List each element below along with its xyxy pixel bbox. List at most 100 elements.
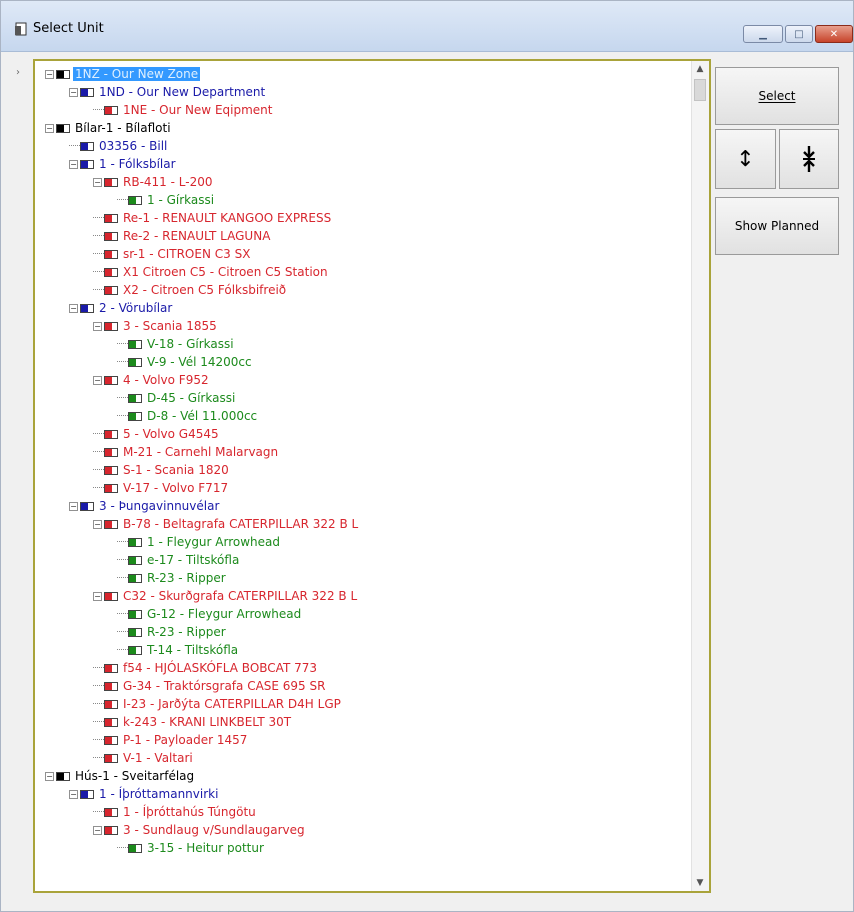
collapse-node-icon[interactable]: −: [45, 123, 54, 133]
tree-node[interactable]: G-34 - Traktórsgrafa CASE 695 SR: [37, 677, 691, 695]
unit-type-icon: [128, 843, 142, 853]
collapse-node-icon[interactable]: −: [93, 375, 102, 385]
collapse-node-icon[interactable]: −: [69, 159, 78, 169]
scroll-down-icon[interactable]: ▼: [692, 875, 708, 891]
tree-node[interactable]: − 3 - Scania 1855: [37, 317, 691, 335]
collapse-node-icon[interactable]: −: [69, 303, 78, 313]
unit-type-icon: [80, 501, 94, 511]
minimize-button[interactable]: ▁: [743, 25, 783, 43]
tree-node[interactable]: 1 - Fleygur Arrowhead: [37, 533, 691, 551]
tree-node-label: k-243 - KRANI LINKBELT 30T: [123, 715, 292, 729]
tree-node-label: 2 - Vörubílar: [99, 301, 173, 315]
show-planned-button[interactable]: Show Planned: [715, 197, 839, 255]
collapse-node-icon[interactable]: −: [93, 519, 102, 529]
tree-connector: [93, 811, 104, 813]
collapse-node-icon[interactable]: −: [45, 69, 54, 79]
tree-node-label: 1 - Fleygur Arrowhead: [147, 535, 281, 549]
tree-node[interactable]: − 2 - Vörubílar: [37, 299, 691, 317]
tree-node[interactable]: e-17 - Tiltskófla: [37, 551, 691, 569]
collapse-node-icon[interactable]: −: [69, 789, 78, 799]
tree-node[interactable]: R-23 - Ripper: [37, 569, 691, 587]
maximize-button[interactable]: □: [785, 25, 813, 43]
tree-node[interactable]: Re-2 - RENAULT LAGUNA: [37, 227, 691, 245]
tree-node[interactable]: S-1 - Scania 1820: [37, 461, 691, 479]
tree-node[interactable]: V-1 - Valtari: [37, 749, 691, 767]
collapse-all-button[interactable]: [779, 129, 839, 189]
unit-type-icon: [128, 627, 142, 637]
collapse-node-icon[interactable]: −: [69, 87, 78, 97]
tree-node[interactable]: − 1 - Íþróttamannvirki: [37, 785, 691, 803]
unit-type-icon: [128, 357, 142, 367]
show-planned-label: Show Planned: [734, 219, 820, 233]
tree-node[interactable]: − B-78 - Beltagrafa CATERPILLAR 322 B L: [37, 515, 691, 533]
unit-type-icon: [128, 411, 142, 421]
tree-node-label: C32 - Skurðgrafa CATERPILLAR 322 B L: [123, 589, 358, 603]
tree-node[interactable]: f54 - HJÓLASKÓFLA BOBCAT 773: [37, 659, 691, 677]
tree-node[interactable]: V-9 - Vél 14200cc: [37, 353, 691, 371]
tree-node[interactable]: − 1 - Fólksbílar: [37, 155, 691, 173]
scroll-up-icon[interactable]: ▲: [692, 61, 708, 77]
expand-all-button[interactable]: ↕: [715, 129, 776, 189]
tree-connector: [117, 847, 128, 849]
tree-node[interactable]: − 1ND - Our New Department: [37, 83, 691, 101]
select-unit-window: Select Unit ▁ □ ✕ › −1NZ - Our New Zone −…: [0, 0, 854, 912]
tree-node[interactable]: 03356 - Bill: [37, 137, 691, 155]
tree-node-label: T-14 - Tiltskófla: [147, 643, 239, 657]
tree-node-label: B-78 - Beltagrafa CATERPILLAR 322 B L: [123, 517, 359, 531]
tree-node[interactable]: Re-1 - RENAULT KANGOO EXPRESS: [37, 209, 691, 227]
collapse-node-icon[interactable]: −: [45, 771, 54, 781]
unit-tree[interactable]: − 1NZ - Our New Zone − 1ND - Our New Depart…: [33, 59, 711, 893]
maximize-icon: □: [794, 28, 804, 40]
tree-node-label: X2 - Citroen C5 Fólksbifreið: [123, 283, 287, 297]
collapse-node-icon[interactable]: −: [93, 321, 102, 331]
tree-node[interactable]: 1NE - Our New Eqipment: [37, 101, 691, 119]
tree-node[interactable]: V-18 - Gírkassi: [37, 335, 691, 353]
tree-connector: [93, 667, 104, 669]
tree-node[interactable]: 3-15 - Heitur pottur: [37, 839, 691, 857]
tree-node[interactable]: X2 - Citroen C5 Fólksbifreið: [37, 281, 691, 299]
minimize-icon: ▁: [759, 28, 767, 40]
tree-node[interactable]: 1 - Gírkassi: [37, 191, 691, 209]
tree-node[interactable]: − 1NZ - Our New Zone: [37, 65, 691, 83]
tree-node[interactable]: G-12 - Fleygur Arrowhead: [37, 605, 691, 623]
tree-node[interactable]: sr-1 - CITROEN C3 SX: [37, 245, 691, 263]
tree-node[interactable]: V-17 - Volvo F717: [37, 479, 691, 497]
tree-connector: [117, 577, 128, 579]
unit-type-icon: [56, 123, 70, 133]
select-button[interactable]: Select: [715, 67, 839, 125]
collapse-node-icon[interactable]: −: [69, 501, 78, 511]
scroll-thumb[interactable]: [694, 79, 706, 101]
close-button[interactable]: ✕: [815, 25, 853, 43]
tree-node[interactable]: − 3 - Sundlaug v/Sundlaugarveg: [37, 821, 691, 839]
tree-scrollbar[interactable]: ▲ ▼: [691, 61, 709, 891]
tree-node[interactable]: − 3 - Þungavinnuvélar: [37, 497, 691, 515]
tree-node[interactable]: P-1 - Payloader 1457: [37, 731, 691, 749]
tree-node[interactable]: D-45 - Gírkassi: [37, 389, 691, 407]
tree-node[interactable]: T-14 - Tiltskófla: [37, 641, 691, 659]
collapse-node-icon[interactable]: −: [93, 825, 102, 835]
tree-node[interactable]: R-23 - Ripper: [37, 623, 691, 641]
tree-connector: [117, 415, 128, 417]
tree-node[interactable]: − Bílar-1 - Bílafloti: [37, 119, 691, 137]
tree-node[interactable]: − 4 - Volvo F952: [37, 371, 691, 389]
tree-node[interactable]: 1 - Íþróttahús Túngötu: [37, 803, 691, 821]
tree-connector: [117, 559, 128, 561]
collapse-node-icon[interactable]: −: [93, 177, 102, 187]
tree-node[interactable]: D-8 - Vél 11.000cc: [37, 407, 691, 425]
tree-node-label: V-17 - Volvo F717: [123, 481, 229, 495]
title-bar[interactable]: Select Unit ▁ □ ✕: [1, 1, 853, 52]
collapse-all-icon: [803, 146, 815, 172]
unit-type-icon: [128, 573, 142, 583]
tree-node[interactable]: − C32 - Skurðgrafa CATERPILLAR 322 B L: [37, 587, 691, 605]
document-icon: [15, 22, 27, 36]
tree-node-label: 1NE - Our New Eqipment: [123, 103, 273, 117]
tree-node[interactable]: − RB-411 - L-200: [37, 173, 691, 191]
tree-node[interactable]: X1 Citroen C5 - Citroen C5 Station: [37, 263, 691, 281]
tree-node[interactable]: M-21 - Carnehl Malarvagn: [37, 443, 691, 461]
unit-type-icon: [104, 483, 118, 493]
tree-node[interactable]: k-243 - KRANI LINKBELT 30T: [37, 713, 691, 731]
tree-node[interactable]: I-23 - Jarðýta CATERPILLAR D4H LGP: [37, 695, 691, 713]
collapse-node-icon[interactable]: −: [93, 591, 102, 601]
tree-node[interactable]: − Hús-1 - Sveitarfélag: [37, 767, 691, 785]
tree-node[interactable]: 5 - Volvo G4545: [37, 425, 691, 443]
